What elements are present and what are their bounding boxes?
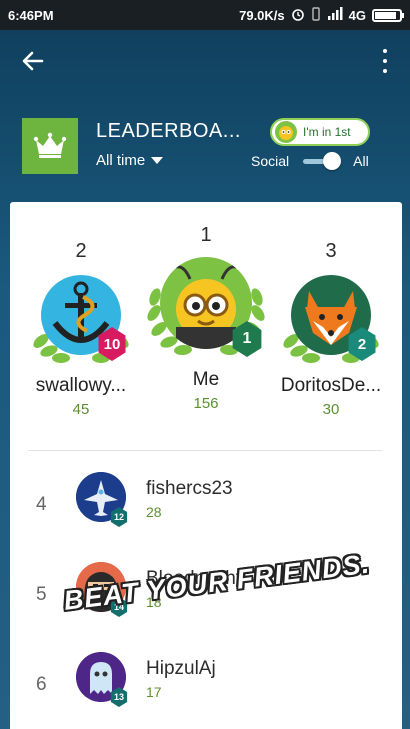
- rank-pill-text: I'm in 1st: [303, 125, 351, 139]
- bee-avatar-icon: [275, 121, 297, 143]
- divider: [28, 450, 382, 451]
- time-filter-label: All time: [96, 152, 146, 169]
- time-filter-dropdown[interactable]: All time: [96, 152, 164, 169]
- page-title: LEADERBOA...: [96, 120, 241, 142]
- back-arrow-icon[interactable]: [20, 48, 46, 74]
- status-icons: 79.0K/s 4G: [239, 6, 404, 24]
- row-rank: 5: [36, 584, 47, 605]
- scope-toggle-row: Social All: [251, 152, 369, 170]
- app-bar: [0, 30, 410, 92]
- podium-second[interactable]: 2 10 swallowy... 45: [24, 240, 138, 418]
- podium-name: Me: [192, 369, 220, 390]
- podium-name: DoritosDe...: [280, 375, 382, 396]
- crown-icon: [22, 118, 78, 174]
- all-label: All: [353, 153, 369, 169]
- leaderboard-row[interactable]: 4 12 fishercs23 28: [10, 472, 402, 552]
- row-score: 17: [146, 684, 162, 700]
- leaderboard-row[interactable]: 6 13 HipzulAj 17: [10, 652, 402, 729]
- podium-first[interactable]: 1 1 Me 156: [144, 224, 268, 412]
- podium-name: swallowy...: [35, 375, 127, 396]
- row-rank: 6: [36, 674, 47, 695]
- alarm-icon: [291, 7, 305, 24]
- leaderboard-header: LEADERBOA... All time I'm in 1st Social …: [22, 118, 390, 174]
- row-rank: 4: [36, 494, 47, 515]
- row-name: fishercs23: [146, 478, 233, 499]
- podium: 2 10 swallowy... 45 1 1 Me 156 3 2 Dorit…: [10, 202, 402, 450]
- battery-icon: [372, 8, 404, 22]
- network-speed: 79.0K/s: [239, 7, 285, 23]
- podium-third[interactable]: 3 2 DoritosDe... 30: [274, 240, 388, 418]
- scope-toggle[interactable]: [301, 152, 342, 170]
- row-name: HipzulAj: [146, 658, 216, 679]
- podium-rank: 1: [200, 224, 212, 246]
- podium-rank: 2: [75, 240, 87, 262]
- leaderboard-card: 2 10 swallowy... 45 1 1 Me 156 3 2 Dorit…: [10, 202, 402, 729]
- status-bar: 6:46PM 79.0K/s 4G: [0, 0, 410, 30]
- status-time: 6:46PM: [8, 7, 54, 23]
- signal-icon: [327, 7, 343, 23]
- row-score: 28: [146, 504, 162, 520]
- vibrate-icon: [311, 6, 321, 24]
- podium-score: 30: [322, 401, 340, 418]
- social-label: Social: [251, 153, 290, 169]
- podium-score: 45: [72, 401, 90, 418]
- podium-score: 156: [193, 395, 219, 412]
- more-options-icon[interactable]: [380, 49, 390, 73]
- rank-pill: I'm in 1st: [270, 118, 370, 146]
- caret-down-icon: [151, 157, 164, 164]
- network-type: 4G: [348, 7, 366, 23]
- podium-rank: 3: [325, 240, 337, 262]
